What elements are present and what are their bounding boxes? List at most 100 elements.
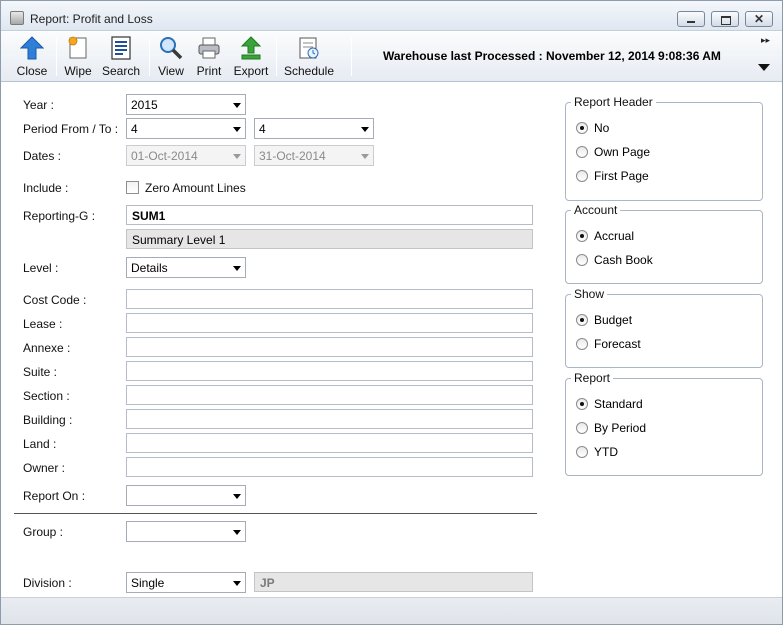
search-button-label: Search xyxy=(101,64,141,78)
lease-label: Lease : xyxy=(23,317,63,331)
zero-amount-label: Zero Amount Lines xyxy=(145,181,246,195)
maximize-button[interactable] xyxy=(711,11,739,27)
radio-icon xyxy=(576,338,588,350)
report-header-group: Report Header No Own Page First Page xyxy=(565,95,763,201)
dates-label: Dates : xyxy=(23,149,62,163)
chevron-down-icon xyxy=(233,494,241,499)
search-button[interactable]: Search xyxy=(101,34,141,80)
magnifier-icon xyxy=(160,37,183,60)
wipe-button-label: Wipe xyxy=(64,64,92,78)
period-to-select[interactable]: 4 xyxy=(254,118,374,139)
period-from-value: 4 xyxy=(131,122,138,136)
reporting-description: Summary Level 1 xyxy=(126,229,533,249)
division-select[interactable]: Single xyxy=(126,572,246,593)
view-button-label: View xyxy=(158,64,184,78)
radio-label: YTD xyxy=(594,445,618,459)
toolbar: Close Wipe Search View Print Export Sche… xyxy=(1,32,782,82)
reporting-code-input[interactable]: SUM1 xyxy=(126,205,533,225)
level-label: Level : xyxy=(23,261,59,275)
owner-label: Owner : xyxy=(23,461,66,475)
group-select[interactable] xyxy=(126,521,246,542)
building-input[interactable] xyxy=(126,409,533,429)
division-label: Division : xyxy=(23,576,72,590)
chevron-down-icon xyxy=(233,154,241,159)
radio-selected-icon xyxy=(576,314,588,326)
toolbar-dropdown-icon[interactable] xyxy=(758,64,770,71)
period-to-value: 4 xyxy=(259,122,266,136)
suite-label: Suite : xyxy=(23,365,58,379)
print-button-label: Print xyxy=(196,64,222,78)
section-divider xyxy=(14,513,537,514)
building-label: Building : xyxy=(23,413,73,427)
show-group: Show Budget Forecast xyxy=(565,287,763,368)
radio-icon xyxy=(576,446,588,458)
minimize-button[interactable] xyxy=(677,11,705,27)
year-value: 2015 xyxy=(131,98,158,112)
view-button[interactable]: View xyxy=(154,34,188,80)
printer-icon xyxy=(198,37,220,59)
print-button[interactable]: Print xyxy=(193,34,225,80)
report-on-select[interactable] xyxy=(126,485,246,506)
account-title: Account xyxy=(571,203,621,217)
window-close-button[interactable]: ✕ xyxy=(745,11,773,27)
zero-amount-checkbox[interactable] xyxy=(126,181,139,194)
reporting-code-value: SUM1 xyxy=(132,209,166,223)
toolbar-overflow-icon[interactable]: ▸▸ xyxy=(761,35,770,46)
section-input[interactable] xyxy=(126,385,533,405)
close-button-label: Close xyxy=(16,64,48,78)
close-button[interactable]: Close xyxy=(13,34,51,80)
year-label: Year : xyxy=(23,98,54,112)
chevron-down-icon xyxy=(361,154,369,159)
export-button-label: Export xyxy=(233,64,269,78)
wipe-button[interactable]: Wipe xyxy=(61,34,95,80)
radio-label: First Page xyxy=(594,169,649,183)
annexe-input[interactable] xyxy=(126,337,533,357)
cost-code-label: Cost Code : xyxy=(23,293,87,307)
report-group: Report Standard By Period YTD xyxy=(565,371,763,476)
division-code-field: JP xyxy=(254,572,533,592)
section-label: Section : xyxy=(23,389,70,403)
schedule-icon xyxy=(299,37,319,59)
date-from-value: 01-Oct-2014 xyxy=(131,149,198,163)
radio-label: Standard xyxy=(594,397,643,411)
year-select[interactable]: 2015 xyxy=(126,94,246,115)
radio-label: Budget xyxy=(594,313,633,327)
date-from-picker: 01-Oct-2014 xyxy=(126,145,246,166)
arrow-up-icon xyxy=(20,36,44,60)
date-to-value: 31-Oct-2014 xyxy=(259,149,326,163)
division-code-value: JP xyxy=(260,576,275,590)
export-button[interactable]: Export xyxy=(231,34,271,80)
radio-selected-icon xyxy=(576,230,588,242)
schedule-button-label: Schedule xyxy=(283,64,335,78)
wipe-document-icon xyxy=(68,36,87,59)
chevron-down-icon xyxy=(233,103,241,108)
group-label: Group : xyxy=(23,525,64,539)
chevron-down-icon xyxy=(233,581,241,586)
lease-input[interactable] xyxy=(126,313,533,333)
period-from-select[interactable]: 4 xyxy=(126,118,246,139)
account-group: Account Accrual Cash Book xyxy=(565,203,763,284)
chevron-down-icon xyxy=(233,530,241,535)
report-on-label: Report On : xyxy=(23,489,86,503)
owner-input[interactable] xyxy=(126,457,533,477)
level-select[interactable]: Details xyxy=(126,257,246,278)
app-icon xyxy=(10,11,24,25)
include-label: Include : xyxy=(23,181,69,195)
cost-code-input[interactable] xyxy=(126,289,533,309)
radio-selected-icon xyxy=(576,122,588,134)
chevron-down-icon xyxy=(361,127,369,132)
land-input[interactable] xyxy=(126,433,533,453)
window-title: Report: Profit and Loss xyxy=(30,12,153,26)
radio-selected-icon xyxy=(576,398,588,410)
reporting-description-value: Summary Level 1 xyxy=(132,233,226,247)
report-header-title: Report Header xyxy=(571,95,656,109)
schedule-button[interactable]: Schedule xyxy=(283,34,335,80)
annexe-label: Annexe : xyxy=(23,341,71,355)
report-title: Report xyxy=(571,371,614,385)
suite-input[interactable] xyxy=(126,361,533,381)
radio-label: Forecast xyxy=(594,337,641,351)
export-arrow-icon xyxy=(240,36,262,60)
period-label: Period From / To : xyxy=(23,122,119,136)
warehouse-status: Warehouse last Processed : November 12, … xyxy=(383,49,721,63)
radio-label: Own Page xyxy=(594,145,651,159)
